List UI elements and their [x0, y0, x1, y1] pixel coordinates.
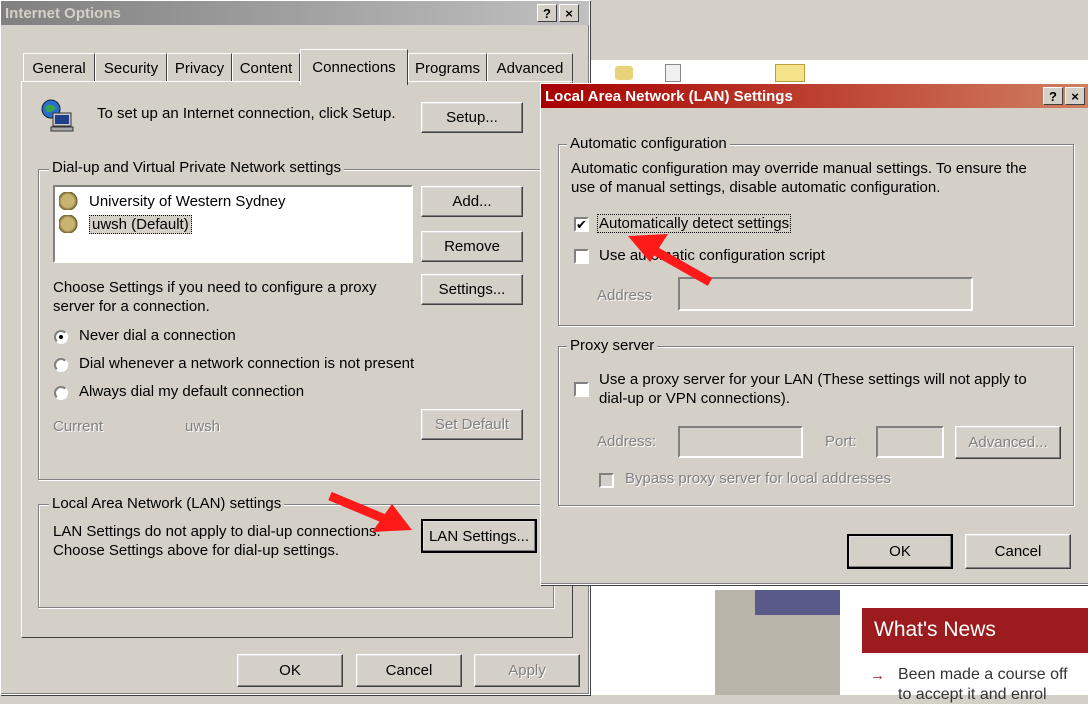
use-proxy-label-line1[interactable]: Use a proxy server for your LAN (These s… — [599, 371, 1027, 388]
connection-wizard-icon — [41, 99, 75, 133]
news-link-line2[interactable]: to accept it and enrol — [898, 686, 1047, 704]
lan-ok-button[interactable]: OK — [847, 534, 953, 569]
auto-detect-checkbox[interactable]: ✔ — [574, 217, 589, 232]
auto-config-text-line1: Automatic configuration may override man… — [571, 160, 1027, 177]
proxy-settings-text: Choose Settings if you need to configure… — [53, 279, 377, 315]
auto-detect-label[interactable]: Automatically detect settings — [597, 214, 792, 233]
folder-icon — [775, 64, 805, 82]
lan-dialog-title: Local Area Network (LAN) Settings — [545, 87, 793, 105]
apply-button[interactable]: Apply — [474, 654, 580, 687]
help-button[interactable]: ? — [537, 4, 557, 22]
list-item[interactable]: University of Western Sydney — [59, 190, 285, 212]
tab-content[interactable]: Content — [232, 53, 300, 82]
radio-dial-whenever[interactable] — [54, 358, 68, 372]
lan-close-button[interactable]: × — [1065, 87, 1085, 105]
tab-connections[interactable]: Connections — [300, 49, 408, 85]
internet-options-window: Internet Options ? × General Security Pr… — [0, 0, 590, 695]
bypass-checkbox[interactable] — [599, 473, 614, 488]
set-default-button[interactable]: Set Default — [421, 409, 523, 440]
list-item[interactable]: uwsh (Default) — [59, 213, 192, 235]
auto-script-checkbox[interactable] — [574, 249, 589, 264]
use-proxy-checkbox[interactable] — [574, 382, 589, 397]
news-arrow-icon: → — [870, 667, 885, 684]
proxy-group-label: Proxy server — [567, 337, 658, 354]
setup-text: To set up an Internet connection, click … — [97, 105, 396, 122]
radio-always-dial[interactable] — [54, 386, 68, 400]
cancel-button[interactable]: Cancel — [356, 654, 462, 687]
news-link[interactable]: Been made a course off — [898, 666, 1068, 684]
add-button[interactable]: Add... — [421, 186, 523, 217]
radio-dial-whenever-label[interactable]: Dial whenever a network connection is no… — [79, 355, 414, 372]
advanced-button[interactable]: Advanced... — [955, 426, 1061, 459]
dialup-connection-icon — [59, 192, 81, 210]
tab-privacy[interactable]: Privacy — [167, 53, 232, 82]
proxy-address-label: Address: — [597, 433, 657, 450]
dialup-connection-icon — [59, 215, 81, 233]
proxy-port-input[interactable] — [876, 426, 944, 458]
address-input[interactable] — [678, 277, 973, 311]
news-header: What's News — [862, 608, 1088, 653]
bypass-label[interactable]: Bypass proxy server for local addresses — [625, 470, 891, 487]
address-label: Address — [597, 287, 653, 304]
auto-script-label[interactable]: Use automatic configuration script — [599, 247, 825, 264]
toolbar-icons — [615, 62, 915, 82]
connection-list[interactable]: University of Western Sydney uwsh (Defau… — [53, 185, 413, 263]
setup-button[interactable]: Setup... — [421, 102, 523, 133]
close-button[interactable]: × — [559, 4, 579, 22]
proxy-port-label: Port: — [825, 433, 857, 450]
tab-general[interactable]: General — [23, 53, 95, 82]
proxy-address-input[interactable] — [678, 426, 803, 458]
current-value: uwsh — [185, 418, 221, 435]
settings-button[interactable]: Settings... — [421, 274, 523, 305]
internet-options-titlebar: Internet Options — [1, 1, 589, 25]
lan-cancel-button[interactable]: Cancel — [965, 534, 1071, 569]
lan-text-line2: Choose Settings above for dial-up settin… — [53, 542, 340, 559]
auto-config-text-line2: use of manual settings, disable automati… — [571, 179, 941, 196]
remove-button[interactable]: Remove — [421, 231, 523, 262]
news-title: What's News — [874, 618, 996, 641]
radio-always-dial-label[interactable]: Always dial my default connection — [79, 383, 304, 400]
page-icon — [665, 64, 681, 82]
radio-never-dial[interactable] — [54, 330, 68, 344]
ok-button[interactable]: OK — [237, 654, 343, 687]
photo-panel — [755, 590, 840, 615]
window-title: Internet Options — [5, 4, 121, 22]
home-icon — [615, 66, 633, 80]
tab-programs[interactable]: Programs — [408, 53, 487, 82]
use-proxy-label-line2[interactable]: dial-up or VPN connections). — [599, 390, 790, 407]
lan-settings-button[interactable]: LAN Settings... — [421, 519, 537, 553]
lan-settings-dialog: Local Area Network (LAN) Settings ? × Au… — [540, 83, 1088, 585]
list-item-label-selected: uwsh (Default) — [89, 214, 192, 234]
lan-text-line1: LAN Settings do not apply to dial-up con… — [53, 523, 381, 540]
tab-advanced[interactable]: Advanced — [487, 53, 573, 82]
dialup-group-label: Dial-up and Virtual Private Network sett… — [49, 159, 345, 176]
auto-config-label: Automatic configuration — [567, 135, 730, 152]
lan-dialog-titlebar: Local Area Network (LAN) Settings — [541, 84, 1088, 108]
lan-help-button[interactable]: ? — [1043, 87, 1063, 105]
tab-security[interactable]: Security — [95, 53, 167, 82]
lan-group-label: Local Area Network (LAN) settings — [49, 495, 285, 512]
photo-strip — [715, 590, 840, 695]
list-item-label: University of Western Sydney — [89, 192, 286, 210]
radio-never-dial-label[interactable]: Never dial a connection — [79, 327, 236, 344]
current-label: Current — [53, 418, 104, 435]
